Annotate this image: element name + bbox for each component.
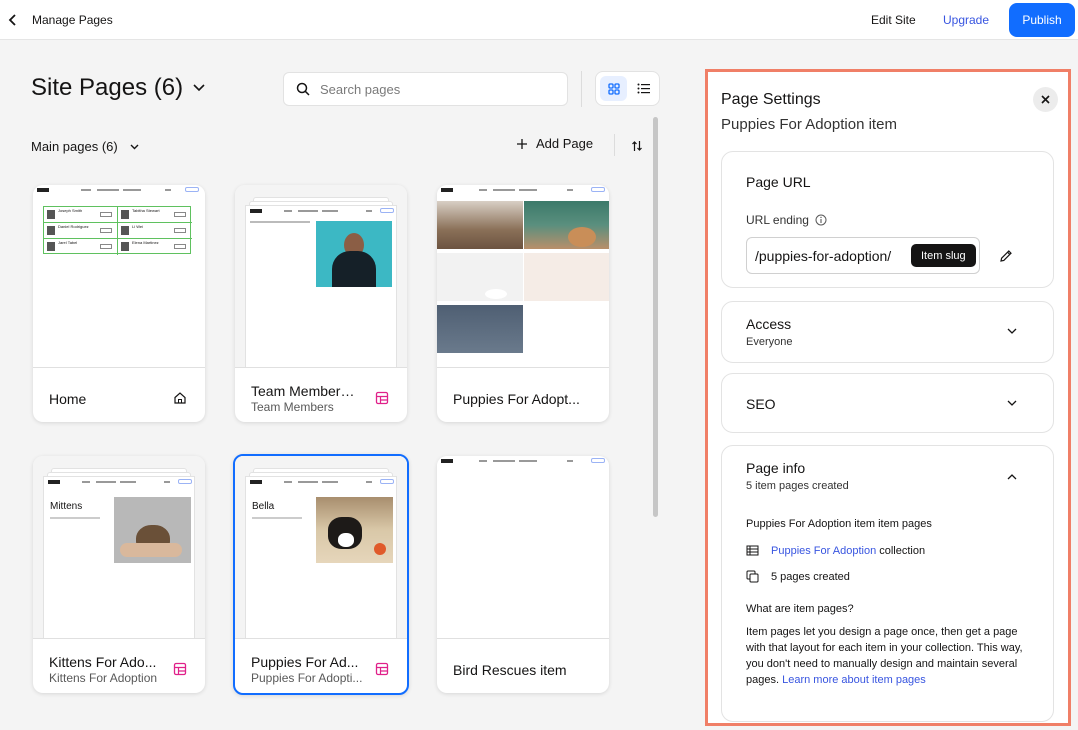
chevron-down-icon[interactable] xyxy=(1007,328,1017,335)
item-pages-description: Item pages let you design a page once, t… xyxy=(746,626,1023,686)
page-thumbnail: Mittens xyxy=(33,456,205,639)
site-pages-dropdown[interactable]: Site Pages (6) xyxy=(31,74,205,102)
page-url-section: Page URL URL ending /puppies-for-adoptio… xyxy=(721,151,1054,288)
divider xyxy=(614,134,615,156)
member-name: Jarel Tabel xyxy=(58,240,78,245)
chevron-left-icon xyxy=(8,14,16,26)
chevron-down-icon[interactable] xyxy=(1007,400,1017,407)
section-title: SEO xyxy=(746,396,776,412)
member-name: Elena Martinez xyxy=(132,240,159,245)
dynamic-page-icon xyxy=(375,662,389,676)
access-value: Everyone xyxy=(746,336,793,348)
panel-title: Page Settings xyxy=(721,91,821,108)
page-settings-panel: Page Settings Puppies For Adoption item … xyxy=(705,69,1071,726)
section-title: Page info xyxy=(746,460,806,476)
dynamic-page-icon xyxy=(375,391,389,405)
plus-icon xyxy=(517,138,527,149)
page-card-label: Bird Rescues item xyxy=(453,662,567,678)
access-section[interactable]: Access Everyone xyxy=(721,301,1054,363)
copy-pages-icon xyxy=(746,570,759,583)
chevron-down-icon xyxy=(193,84,205,92)
collection-suffix: collection xyxy=(876,544,926,557)
learn-more-link[interactable]: Learn more about item pages xyxy=(782,674,926,686)
grid-icon xyxy=(607,82,620,95)
back-button[interactable] xyxy=(4,10,22,30)
list-view-button[interactable] xyxy=(630,76,657,101)
page-card-label: Puppies For Ad... xyxy=(251,654,359,670)
thumbnail-title: Bella xyxy=(252,501,275,512)
page-card-kittens-for-adoption[interactable]: Mittens Kittens For Ado... Kittens For A… xyxy=(33,456,205,693)
sort-icon xyxy=(632,141,642,151)
url-value: /puppies-for-adoption/ xyxy=(755,247,892,264)
top-bar: Manage Pages Edit Site Upgrade Publish xyxy=(0,0,1078,40)
page-thumbnail xyxy=(235,185,407,368)
close-icon xyxy=(1041,95,1050,104)
info-icon[interactable] xyxy=(815,214,827,226)
main-pages-dropdown[interactable]: Main pages (6) xyxy=(31,139,139,154)
chevron-up-icon[interactable] xyxy=(1007,473,1017,480)
member-name: Li Wei xyxy=(132,224,144,229)
page-thumbnail xyxy=(437,185,609,368)
chevron-down-icon xyxy=(130,144,139,149)
collection-link[interactable]: Puppies For Adoption xyxy=(771,545,876,557)
page-card-puppies-for-adoption-item[interactable]: Bella Puppies For Ad... Puppies For Adop… xyxy=(233,454,409,695)
site-pages-title: Site Pages (6) xyxy=(31,74,184,101)
page-card-team-members[interactable]: Team Members ... Team Members xyxy=(235,185,407,422)
page-card-label: Team Members ... xyxy=(251,383,361,399)
url-ending-input[interactable]: /puppies-for-adoption/ Item slug xyxy=(746,237,980,274)
seo-section[interactable]: SEO xyxy=(721,373,1054,433)
member-name: Tabitha Stewart xyxy=(132,208,160,213)
page-card-sublabel: Team Members xyxy=(251,400,334,414)
upgrade-link[interactable]: Upgrade xyxy=(943,13,989,27)
page-card-label: Home xyxy=(49,391,87,407)
what-are-item-pages-heading: What are item pages? xyxy=(746,603,854,615)
collection-row: Puppies For Adoption collection xyxy=(746,544,925,557)
pages-created-text: 5 pages created xyxy=(771,570,850,583)
section-title: Page URL xyxy=(746,174,811,190)
thumbnail-title: Mittens xyxy=(50,501,83,512)
scrollbar[interactable] xyxy=(653,117,658,517)
page-thumbnail xyxy=(437,456,609,639)
url-ending-label: URL ending xyxy=(746,213,827,227)
pages-created-row: 5 pages created xyxy=(746,570,850,583)
member-name: Daniel Rodriguez xyxy=(58,224,89,229)
page-title: Manage Pages xyxy=(32,13,113,27)
page-card-home[interactable]: Joseph Smith Tabitha Stewart Daniel Rodr… xyxy=(33,185,205,422)
home-icon xyxy=(174,392,186,404)
add-page-label: Add Page xyxy=(536,136,594,151)
page-thumbnail: Joseph Smith Tabitha Stewart Daniel Rodr… xyxy=(33,185,205,368)
section-title: Access xyxy=(746,316,792,332)
list-icon xyxy=(637,83,650,94)
member-name: Joseph Smith xyxy=(58,208,83,213)
panel-subtitle: Puppies For Adoption item xyxy=(721,116,897,133)
page-card-puppies-for-adoption[interactable]: Puppies For Adopt... xyxy=(437,185,609,422)
page-card-bird-rescues-item[interactable]: Bird Rescues item xyxy=(437,456,609,693)
dynamic-page-icon xyxy=(173,662,187,676)
search-box xyxy=(283,72,568,106)
item-slug-badge: Item slug xyxy=(911,244,976,267)
item-pages-heading: Puppies For Adoption item item pages xyxy=(746,518,932,530)
search-icon xyxy=(296,82,310,96)
page-info-section: Page info 5 item pages created Puppies F… xyxy=(721,445,1054,722)
add-page-button[interactable]: Add Page xyxy=(516,136,593,151)
page-thumbnail: Bella xyxy=(235,456,407,639)
page-card-label: Kittens For Ado... xyxy=(49,654,157,670)
sort-button[interactable] xyxy=(630,138,644,154)
edit-site-link[interactable]: Edit Site xyxy=(871,13,916,27)
main-pages-label: Main pages (6) xyxy=(31,139,118,154)
table-icon xyxy=(746,545,759,556)
search-input[interactable] xyxy=(320,81,550,97)
divider xyxy=(581,71,582,107)
view-toggle xyxy=(595,71,660,106)
page-card-sublabel: Kittens For Adoption xyxy=(49,671,158,685)
page-card-sublabel: Puppies For Adopti... xyxy=(251,671,363,685)
pencil-icon[interactable] xyxy=(998,248,1014,264)
close-button[interactable] xyxy=(1033,87,1058,112)
publish-button[interactable]: Publish xyxy=(1009,3,1075,37)
grid-view-button[interactable] xyxy=(600,76,627,101)
page-card-label: Puppies For Adopt... xyxy=(453,391,580,407)
page-info-value: 5 item pages created xyxy=(746,480,849,492)
